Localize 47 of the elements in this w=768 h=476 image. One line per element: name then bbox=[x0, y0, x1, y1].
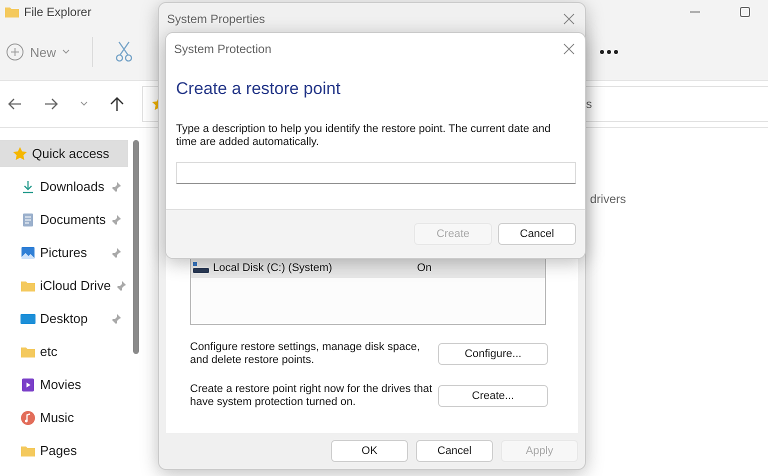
dialog-button[interactable]: OK bbox=[331, 440, 408, 462]
dialog-title: System Properties bbox=[167, 12, 266, 26]
picture-icon bbox=[20, 244, 36, 260]
action-button[interactable]: Create... bbox=[438, 385, 548, 407]
dialog-title: System Protection bbox=[174, 42, 272, 56]
sidebar-item[interactable]: Pictures bbox=[0, 239, 128, 266]
sidebar-item[interactable]: Downloads bbox=[0, 173, 128, 200]
action-description: Configure restore settings, manage disk space, and delete restore points. bbox=[190, 341, 421, 367]
maximize-icon bbox=[739, 6, 751, 18]
scrollbar[interactable] bbox=[133, 140, 139, 354]
forward-arrow-icon bbox=[44, 98, 58, 110]
download-arrow-icon bbox=[20, 178, 36, 194]
sidebar-item[interactable]: Documents bbox=[0, 206, 128, 233]
file-name: drivers bbox=[590, 192, 626, 206]
drive-row[interactable]: Local Disk (C:) (System) On bbox=[191, 258, 545, 278]
up-arrow-icon bbox=[110, 96, 124, 112]
scissors-icon bbox=[115, 41, 134, 63]
dialog-button[interactable]: Cancel bbox=[416, 440, 493, 462]
protection-status: On bbox=[417, 262, 432, 274]
action-description: Create a restore point right now for the drives that have system protection turned on. bbox=[190, 383, 434, 409]
sidebar-item[interactable]: etc bbox=[0, 338, 128, 365]
sidebar-item[interactable]: iCloud Drive bbox=[0, 272, 128, 299]
close-icon bbox=[563, 43, 575, 55]
video-icon bbox=[20, 376, 36, 392]
sidebar-item[interactable]: Desktop bbox=[0, 305, 128, 332]
drive-name: Local Disk (C:) (System) bbox=[213, 262, 334, 274]
description-field[interactable] bbox=[176, 162, 576, 184]
star-icon bbox=[12, 146, 28, 162]
sidebar-item[interactable]: Music bbox=[0, 404, 128, 431]
address-text: s bbox=[586, 97, 592, 111]
dialog-heading: Create a restore point bbox=[176, 79, 342, 99]
chevron-down-icon bbox=[62, 49, 70, 55]
close-icon bbox=[563, 13, 575, 25]
sidebar-item[interactable]: Quick access bbox=[0, 140, 128, 167]
plus-icon bbox=[6, 43, 24, 61]
chevron-down-icon bbox=[80, 101, 88, 107]
window-title: File Explorer bbox=[24, 5, 92, 19]
dialog-button[interactable]: Cancel bbox=[498, 223, 576, 245]
back-arrow-icon bbox=[8, 98, 22, 110]
action-button[interactable]: Configure... bbox=[438, 343, 548, 365]
music-note-icon bbox=[20, 410, 36, 426]
dialog-description: Type a description to help you identify the restore point. The current date and time are added automatically. bbox=[176, 123, 552, 149]
more-icon bbox=[599, 49, 620, 55]
document-icon bbox=[20, 212, 36, 228]
sidebar-item[interactable]: Movies bbox=[0, 371, 128, 398]
sidebar-item[interactable]: Pages bbox=[0, 437, 128, 464]
drive-icon bbox=[193, 262, 209, 274]
